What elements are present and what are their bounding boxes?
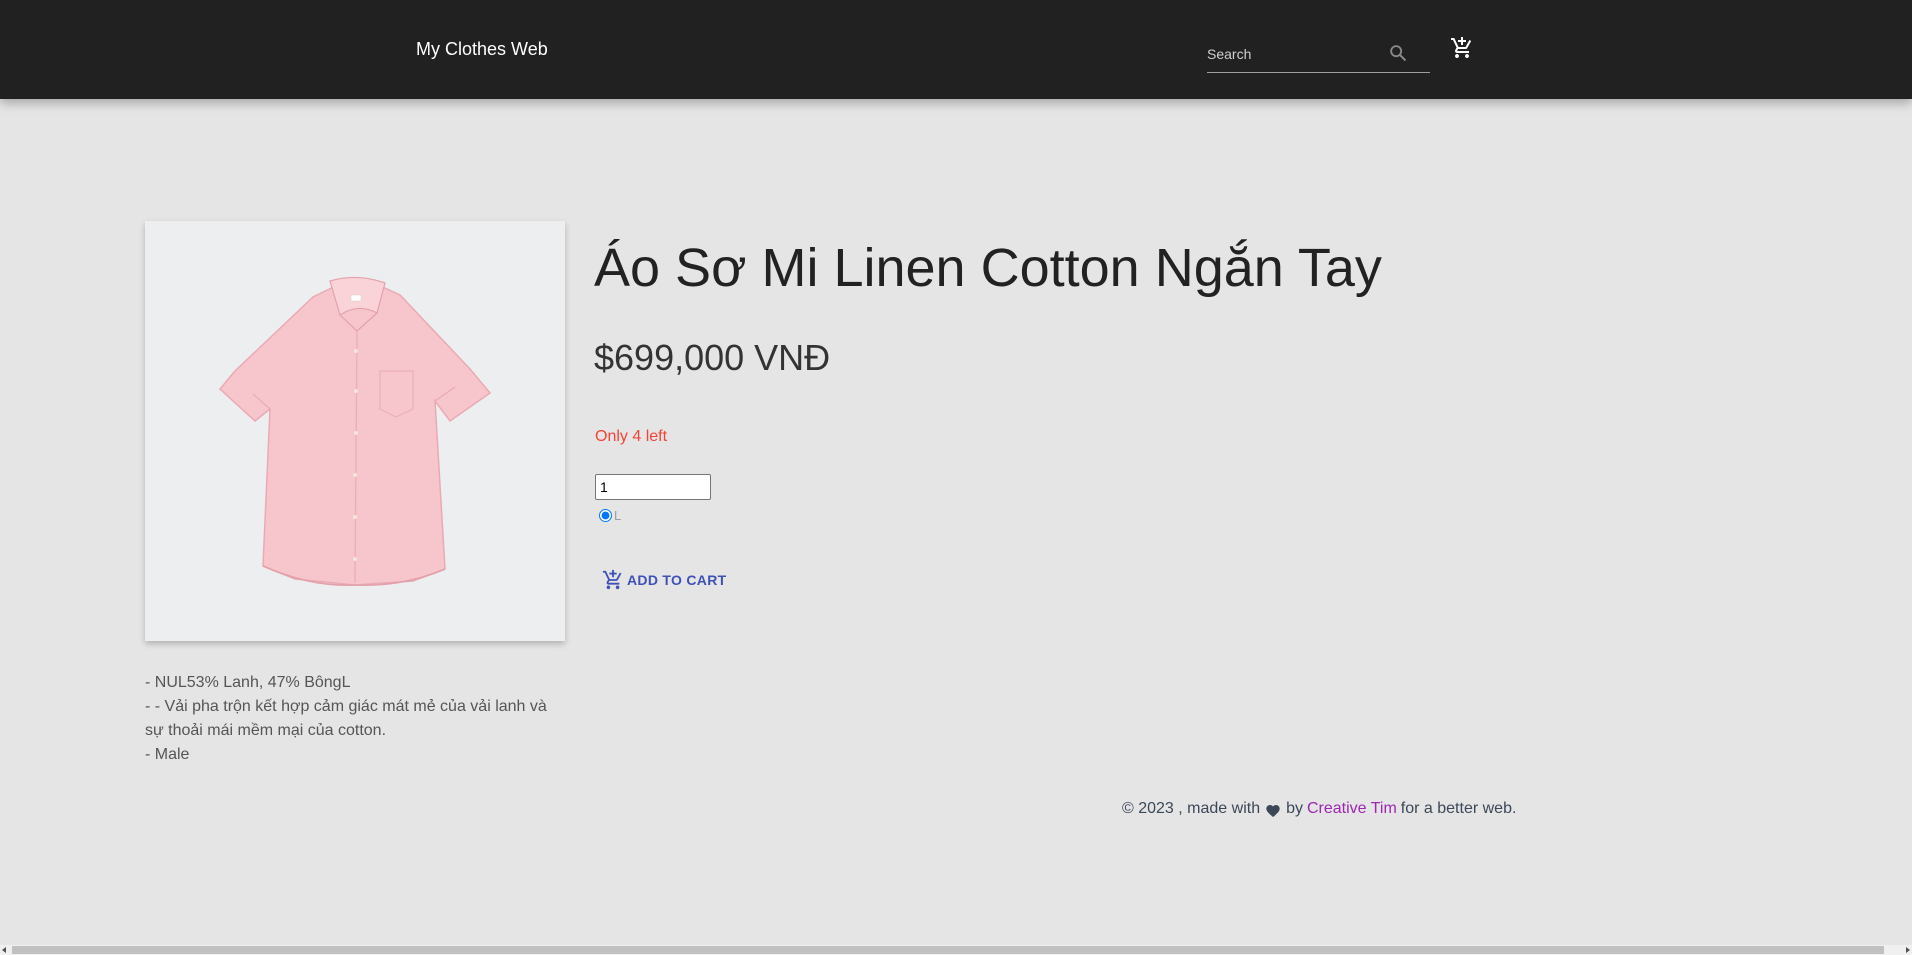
scroll-left-arrow-icon[interactable] <box>2 947 6 953</box>
search-icon[interactable] <box>1387 42 1409 64</box>
description-line: - - Vải pha trộn kết hợp cảm giác mát mẻ… <box>145 698 547 739</box>
footer: © 2023 , made with by Creative Tim for a… <box>1122 798 1516 820</box>
navbar: My Clothes Web <box>0 0 1912 99</box>
pink-shirt-illustration <box>218 276 492 586</box>
product-description: - NUL53% Lanh, 47% BôngL - - Vải pha trộ… <box>145 671 565 767</box>
search-box <box>1207 38 1430 73</box>
add-to-cart-button[interactable]: ADD TO CART <box>602 566 726 594</box>
add-to-cart-label: ADD TO CART <box>627 572 727 588</box>
search-input[interactable] <box>1207 42 1387 66</box>
size-label: L <box>614 507 622 523</box>
add-shopping-cart-icon <box>602 569 622 590</box>
description-line: - NUL53% Lanh, 47% BôngL <box>145 674 351 691</box>
description-line: - Male <box>145 746 190 763</box>
product-image <box>145 221 565 641</box>
brand-link[interactable]: My Clothes Web <box>416 38 548 60</box>
footer-prefix: © 2023 , made with <box>1122 800 1261 817</box>
horizontal-scrollbar[interactable] <box>0 945 1912 955</box>
stock-status: Only 4 left <box>595 428 668 445</box>
scrollbar-thumb[interactable] <box>12 946 1884 954</box>
add-shopping-cart-icon[interactable] <box>1450 36 1474 60</box>
scroll-right-arrow-icon[interactable] <box>1906 947 1910 953</box>
quantity-input[interactable] <box>595 474 711 500</box>
size-option: L <box>599 507 621 523</box>
footer-suffix: for a better web. <box>1400 800 1517 817</box>
heart-icon <box>1265 802 1281 817</box>
footer-by: by <box>1286 800 1303 817</box>
product-title: Áo Sơ Mi Linen Cotton Ngắn Tay <box>594 238 1382 298</box>
creative-tim-link[interactable]: Creative Tim <box>1307 798 1397 820</box>
size-radio[interactable] <box>599 508 612 522</box>
product-price: $699,000 VNĐ <box>594 337 831 378</box>
